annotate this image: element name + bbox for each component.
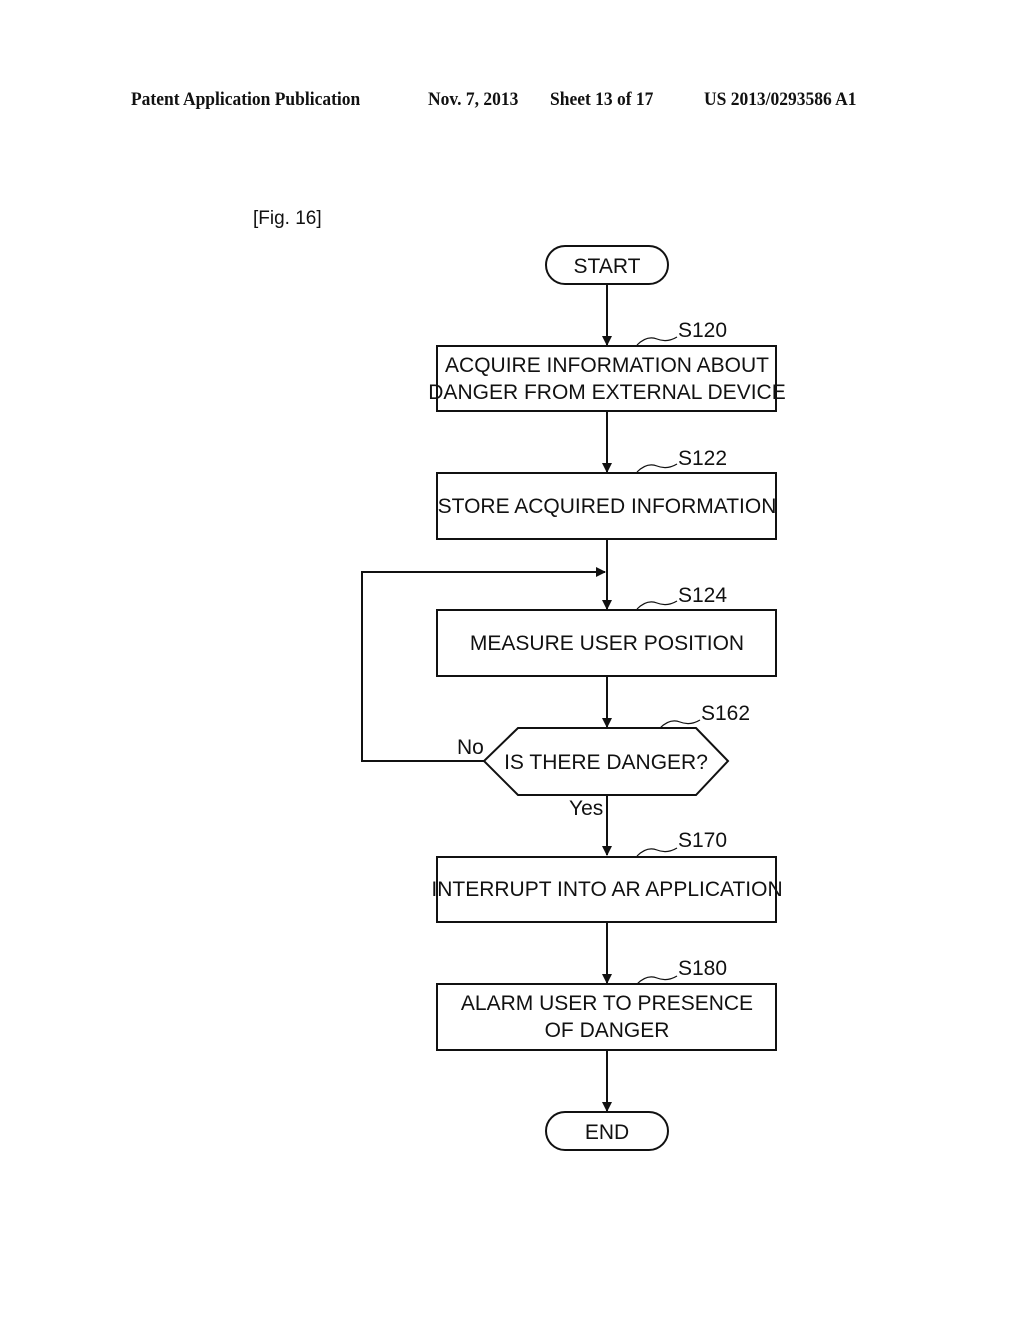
step-ref-leader: [636, 336, 678, 346]
step-text-s120-line2: DANGER FROM EXTERNAL DEVICE: [428, 381, 785, 404]
decision-text-s162: IS THERE DANGER?: [504, 751, 708, 774]
step-id-s180: S180: [678, 957, 727, 980]
step-ref-leader: [636, 463, 678, 473]
step-text-s124: MEASURE USER POSITION: [470, 632, 744, 655]
branch-no-label: No: [457, 736, 484, 759]
step-text-s180-line1: ALARM USER TO PRESENCE: [461, 992, 753, 1015]
step-text-s170: INTERRUPT INTO AR APPLICATION: [431, 878, 782, 901]
step-id-s122: S122: [678, 447, 727, 470]
step-id-s120: S120: [678, 319, 727, 342]
step-ref-leader: [636, 975, 678, 985]
step-ref-leader: [636, 847, 678, 857]
end-label: END: [585, 1121, 629, 1144]
step-text-s120-line1: ACQUIRE INFORMATION ABOUT: [445, 354, 769, 377]
start-label: START: [574, 255, 641, 278]
branch-yes-label: Yes: [569, 797, 603, 820]
step-text-s180-line2: OF DANGER: [545, 1019, 670, 1042]
step-id-s124: S124: [678, 584, 727, 607]
step-ref-leader: [636, 600, 678, 610]
flowchart: START S120 ACQUIRE INFORMATION ABOUT DAN…: [361, 245, 786, 1151]
step-ref-leader: [659, 719, 701, 729]
step-id-s170: S170: [678, 829, 727, 852]
step-id-s162: S162: [701, 702, 750, 725]
step-text-s122: STORE ACQUIRED INFORMATION: [438, 495, 777, 518]
